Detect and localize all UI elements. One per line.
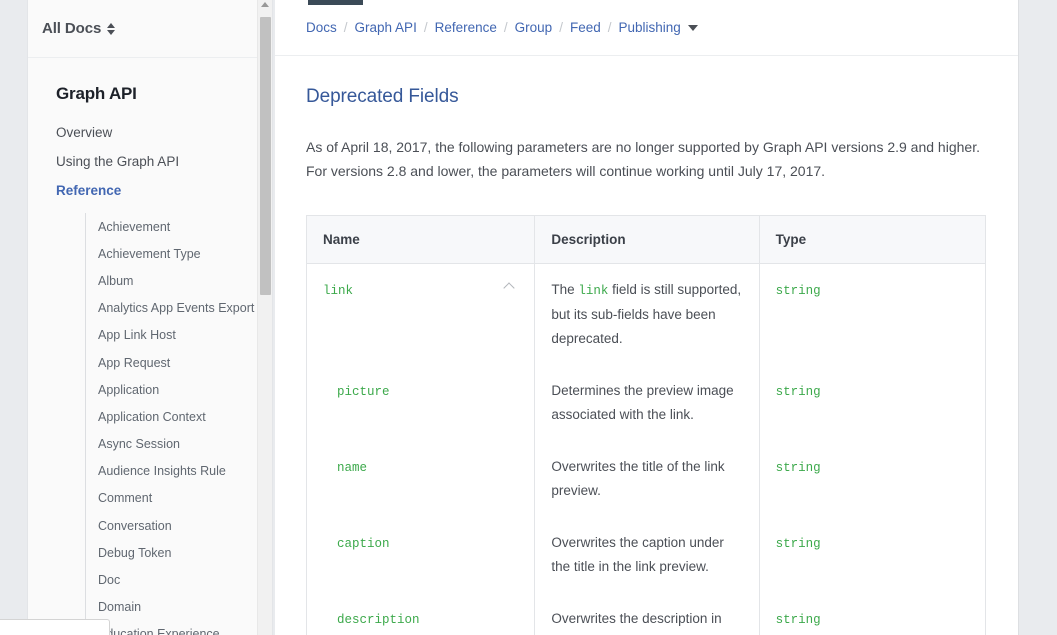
sidebar-item-application[interactable]: Application bbox=[86, 376, 272, 403]
deprecated-fields-table: Name Description Type link The link fiel… bbox=[306, 215, 986, 635]
breadcrumb-separator: / bbox=[607, 20, 612, 35]
column-header-type: Type bbox=[759, 215, 986, 264]
breadcrumb-item-docs[interactable]: Docs bbox=[306, 20, 337, 35]
table-row: link The link field is still supported, … bbox=[306, 263, 986, 366]
breadcrumb-item-publishing[interactable]: Publishing bbox=[619, 20, 681, 35]
sidebar-item-analytics-app-events-export[interactable]: Analytics App Events Export bbox=[86, 295, 272, 322]
field-type-cell: string bbox=[759, 264, 985, 366]
sidebar-item-conversation[interactable]: Conversation bbox=[86, 512, 272, 539]
breadcrumb-item-feed[interactable]: Feed bbox=[570, 20, 601, 35]
breadcrumb: Docs / Graph API / Reference / Group / F… bbox=[275, 0, 1018, 56]
sidebar-item-education-experience[interactable]: Education Experience bbox=[86, 621, 272, 635]
updown-chevrons-icon bbox=[107, 22, 116, 36]
field-type-value: string bbox=[775, 284, 821, 298]
breadcrumb-item-graph-api[interactable]: Graph API bbox=[355, 20, 417, 35]
sidebar-item-debug-token[interactable]: Debug Token bbox=[86, 539, 272, 566]
field-description-cell: Overwrites the title of the link preview… bbox=[534, 441, 760, 517]
scroll-up-arrow-icon[interactable] bbox=[261, 2, 269, 7]
sidebar: All Docs Graph API Overview Using the Gr… bbox=[27, 0, 273, 635]
sidebar-item-application-context[interactable]: Application Context bbox=[86, 403, 272, 430]
desc-text-pre: The bbox=[551, 282, 579, 297]
field-description-cell: Overwrites the caption under the title i… bbox=[534, 517, 760, 593]
column-header-description: Description bbox=[534, 215, 760, 264]
scrollbar-thumb[interactable] bbox=[260, 17, 271, 295]
article-body: Deprecated Fields As of April 18, 2017, … bbox=[275, 56, 1018, 635]
browser-status-bar bbox=[0, 619, 110, 635]
field-type-value: string bbox=[775, 461, 821, 475]
sidebar-header: All Docs bbox=[28, 0, 272, 58]
field-type-value: string bbox=[775, 537, 821, 551]
sidebar-doc-title: Graph API bbox=[56, 84, 137, 103]
right-gutter bbox=[1018, 0, 1057, 635]
field-name-cell: link bbox=[306, 263, 536, 365]
field-description-cell: Overwrites the description in the link p… bbox=[534, 593, 760, 635]
table-row: description Overwrites the description i… bbox=[306, 593, 986, 635]
sidebar-item-audience-insights-rule[interactable]: Audience Insights Rule bbox=[86, 458, 272, 485]
breadcrumb-item-reference[interactable]: Reference bbox=[435, 20, 497, 35]
page-title: Deprecated Fields bbox=[306, 86, 459, 107]
field-type-value: string bbox=[775, 385, 821, 399]
active-tab-indicator bbox=[308, 0, 363, 5]
main-content: Docs / Graph API / Reference / Group / F… bbox=[275, 0, 1018, 635]
field-name-link[interactable]: link bbox=[323, 279, 353, 303]
breadcrumb-separator: / bbox=[559, 20, 563, 35]
column-header-name: Name bbox=[306, 215, 536, 264]
intro-paragraph: As of April 18, 2017, the following para… bbox=[306, 139, 980, 179]
field-name-picture[interactable]: picture bbox=[337, 380, 390, 404]
breadcrumb-separator: / bbox=[343, 20, 348, 35]
field-description-cell: The link field is still supported, but i… bbox=[534, 263, 760, 365]
table-row: caption Overwrites the caption under the… bbox=[306, 517, 986, 593]
desc-inline-code: link bbox=[578, 284, 609, 298]
page-root: All Docs Graph API Overview Using the Gr… bbox=[0, 0, 1057, 635]
field-type-cell: string bbox=[759, 517, 985, 593]
sidebar-item-app-request[interactable]: App Request bbox=[86, 349, 272, 376]
breadcrumb-separator: / bbox=[423, 20, 428, 35]
all-docs-selector[interactable]: All Docs bbox=[42, 20, 116, 37]
all-docs-label: All Docs bbox=[42, 20, 102, 37]
sidebar-item-using-the-graph-api[interactable]: Using the Graph API bbox=[28, 147, 272, 176]
field-type-cell: string bbox=[759, 441, 985, 517]
sidebar-item-achievement[interactable]: Achievement bbox=[86, 213, 272, 240]
field-name-caption[interactable]: caption bbox=[337, 532, 390, 556]
field-name-cell: description bbox=[306, 593, 536, 635]
sidebar-item-app-link-host[interactable]: App Link Host bbox=[86, 322, 272, 349]
sidebar-item-doc[interactable]: Doc bbox=[86, 566, 272, 593]
table-body: link The link field is still supported, … bbox=[306, 263, 986, 635]
table-row: name Overwrites the title of the link pr… bbox=[306, 441, 986, 517]
field-name-description[interactable]: description bbox=[337, 608, 420, 632]
table-header-row: Name Description Type bbox=[306, 215, 986, 264]
sidebar-scrollbar[interactable] bbox=[257, 0, 272, 635]
chevron-up-icon[interactable] bbox=[505, 283, 516, 290]
field-name-cell: picture bbox=[306, 365, 536, 441]
sidebar-item-async-session[interactable]: Async Session bbox=[86, 431, 272, 458]
sidebar-item-album[interactable]: Album bbox=[86, 267, 272, 294]
field-type-cell: string bbox=[759, 593, 985, 635]
chevron-down-icon[interactable] bbox=[687, 24, 698, 31]
sidebar-item-reference[interactable]: Reference bbox=[28, 176, 272, 205]
field-name-cell: caption bbox=[306, 517, 536, 593]
sidebar-item-overview[interactable]: Overview bbox=[28, 118, 272, 147]
sidebar-item-comment[interactable]: Comment bbox=[86, 485, 272, 512]
field-name-cell: name bbox=[306, 441, 536, 517]
breadcrumb-separator: / bbox=[503, 20, 508, 35]
breadcrumb-item-group[interactable]: Group bbox=[515, 20, 553, 35]
table-head: Name Description Type bbox=[306, 215, 986, 264]
sidebar-scroll-area[interactable]: Graph API Overview Using the Graph API R… bbox=[28, 58, 272, 635]
table-row: picture Determines the preview image ass… bbox=[306, 365, 986, 441]
field-description-cell: Determines the preview image associated … bbox=[534, 365, 760, 441]
field-type-cell: string bbox=[759, 365, 985, 441]
sidebar-item-domain[interactable]: Domain bbox=[86, 594, 272, 621]
sidebar-item-achievement-type[interactable]: Achievement Type bbox=[86, 240, 272, 267]
field-name-name[interactable]: name bbox=[337, 456, 367, 480]
sidebar-reference-list: Achievement Achievement Type Album Analy… bbox=[85, 213, 272, 635]
field-type-value: string bbox=[775, 613, 821, 627]
